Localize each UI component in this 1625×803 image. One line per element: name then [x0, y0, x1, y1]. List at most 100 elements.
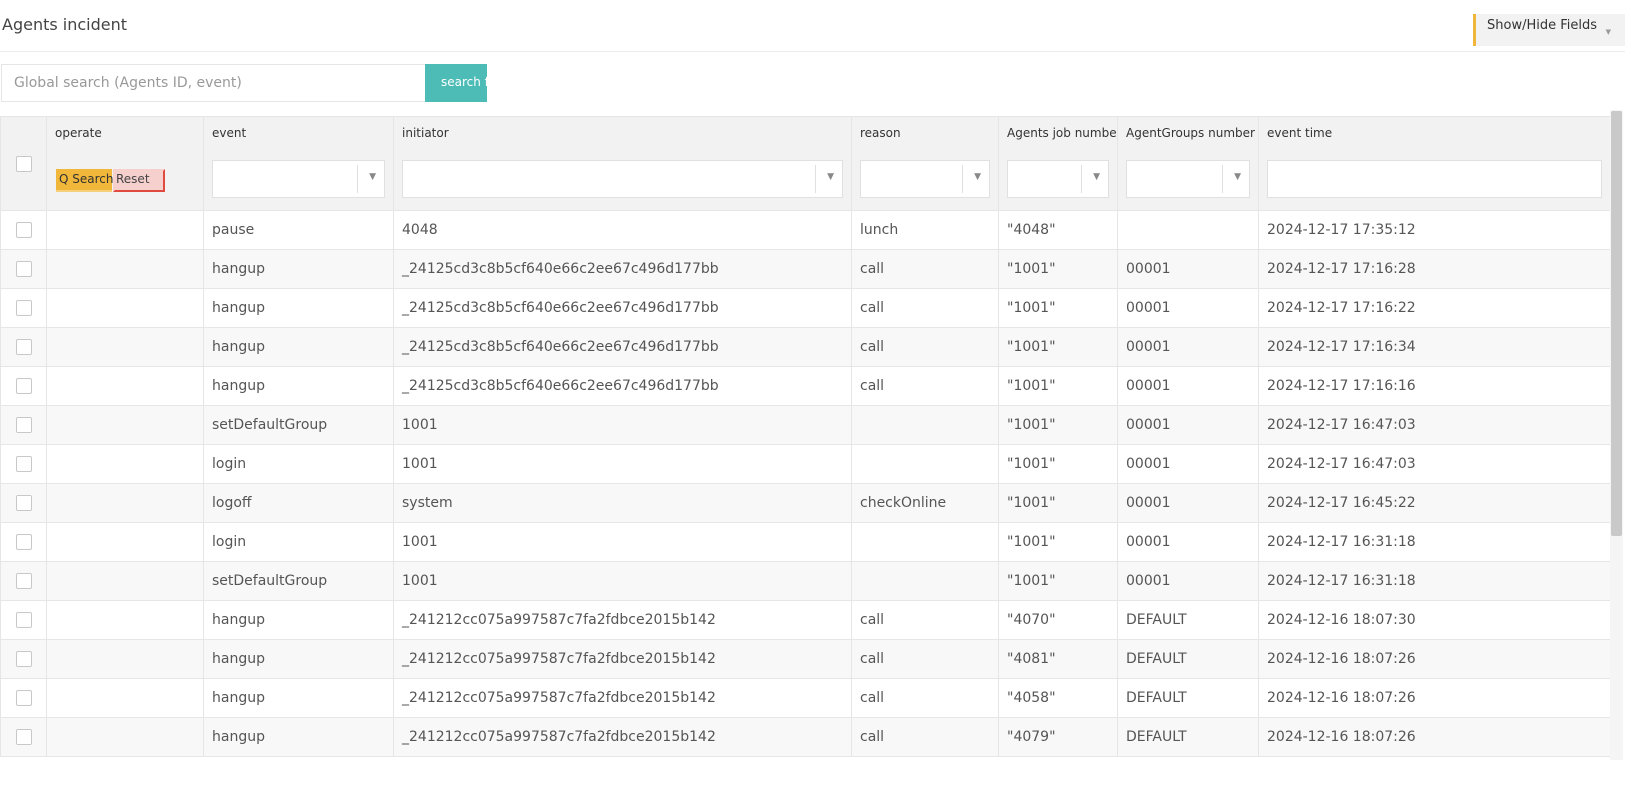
agent-job-filter-select[interactable]: ▼: [1007, 160, 1109, 199]
operate-cell: [46, 288, 204, 328]
column-header-agent-job[interactable]: Agents job number: [998, 116, 1118, 149]
event-time-cell: 2024-12-16 18:07:26: [1258, 678, 1610, 718]
row-select-cell: [0, 678, 47, 718]
agent-group-cell: 00001: [1117, 327, 1259, 367]
operate-cell: [46, 600, 204, 640]
show-hide-fields-button[interactable]: Show/Hide Fields ▼: [1473, 14, 1625, 46]
agent-group-cell: 00001: [1117, 366, 1259, 406]
global-search-button[interactable]: search fo: [425, 64, 487, 102]
operate-cell: [46, 405, 204, 445]
reason-filter-select[interactable]: ▼: [860, 160, 990, 199]
table-row[interactable]: logoff system checkOnline "1001" 00001 2024-1…: [0, 483, 1610, 523]
row-checkbox[interactable]: [15, 261, 32, 277]
table-row[interactable]: login 1001 "1001" 00001 2024-12-17 16:31:18: [0, 522, 1610, 562]
initiator-cell: _24125cd3c8b5cf640e66c2ee67c496d177bb: [393, 249, 852, 289]
row-checkbox[interactable]: [15, 612, 32, 628]
reason-cell: [851, 405, 999, 445]
row-checkbox[interactable]: [15, 573, 32, 589]
vertical-scrollbar[interactable]: [1610, 110, 1623, 760]
agent-job-cell: "1001": [998, 444, 1118, 484]
row-checkbox[interactable]: [15, 456, 32, 472]
agent-group-cell: 00001: [1117, 405, 1259, 445]
operate-cell: [46, 717, 204, 757]
column-header-operate: operate: [46, 116, 204, 149]
operate-cell: [46, 366, 204, 406]
agent-job-cell: "4058": [998, 678, 1118, 718]
scrollbar-thumb[interactable]: [1611, 111, 1622, 536]
event-time-cell: 2024-12-17 17:16:34: [1258, 327, 1610, 367]
row-checkbox[interactable]: [15, 651, 32, 667]
event-time-cell: 2024-12-17 16:45:22: [1258, 483, 1610, 523]
dropdown-arrow-icon: ▼: [1093, 172, 1100, 183]
row-checkbox[interactable]: [15, 300, 32, 316]
table-row[interactable]: hangup _241212cc075a997587c7fa2fdbce2015b…: [0, 717, 1610, 757]
agent-group-cell: DEFAULT: [1117, 678, 1259, 718]
row-select-cell: [0, 522, 47, 562]
initiator-cell: system: [393, 483, 852, 523]
row-select-cell: [0, 561, 47, 601]
table-row[interactable]: hangup _24125cd3c8b5cf640e66c2ee67c496d17…: [0, 327, 1610, 367]
agent-group-cell: DEFAULT: [1117, 600, 1259, 640]
agent-job-filter-cell: ▼: [998, 148, 1118, 211]
column-header-event-time[interactable]: event time: [1258, 116, 1610, 149]
agents-incident-table: operate event initiator reason Agents jo…: [0, 116, 1610, 757]
initiator-cell: 1001: [393, 444, 852, 484]
agent-group-cell: 00001: [1117, 483, 1259, 523]
column-header-initiator[interactable]: initiator: [393, 116, 852, 149]
table-row[interactable]: setDefaultGroup 1001 "1001" 00001 2024-12-17…: [0, 405, 1610, 445]
event-cell: setDefaultGroup: [203, 561, 394, 601]
operate-cell: [46, 327, 204, 367]
row-checkbox[interactable]: [15, 534, 32, 550]
row-checkbox[interactable]: [15, 339, 32, 355]
row-checkbox[interactable]: [15, 417, 32, 433]
agent-group-cell: 00001: [1117, 444, 1259, 484]
select-all-checkbox[interactable]: [15, 155, 32, 172]
reason-cell: [851, 561, 999, 601]
column-header-reason[interactable]: reason: [851, 116, 999, 149]
quick-search-button[interactable]: Q Search: [56, 169, 114, 193]
filter-actions: Q Search Reset: [55, 167, 195, 193]
operate-cell: [46, 678, 204, 718]
agent-job-cell: "1001": [998, 522, 1118, 562]
agent-job-cell: "4048": [998, 210, 1118, 250]
reason-cell: [851, 444, 999, 484]
table-row[interactable]: hangup _24125cd3c8b5cf640e66c2ee67c496d17…: [0, 366, 1610, 406]
global-search-input[interactable]: [1, 64, 425, 102]
row-select-cell: [0, 210, 47, 250]
table-row[interactable]: pause 4048 lunch "4048" 2024-12-17 17:35:12: [0, 210, 1610, 250]
reason-cell: call: [851, 249, 999, 289]
initiator-cell: _241212cc075a997587c7fa2fdbce2015b142: [393, 678, 852, 718]
agent-group-cell: 00001: [1117, 288, 1259, 328]
event-filter-select[interactable]: ▼: [212, 160, 385, 199]
event-cell: hangup: [203, 288, 394, 328]
table-row[interactable]: setDefaultGroup 1001 "1001" 00001 2024-12-17…: [0, 561, 1610, 601]
reset-button[interactable]: Reset: [113, 169, 165, 193]
row-checkbox[interactable]: [15, 495, 32, 511]
table-row[interactable]: hangup _24125cd3c8b5cf640e66c2ee67c496d17…: [0, 288, 1610, 328]
row-checkbox[interactable]: [15, 378, 32, 394]
column-header-agent-group[interactable]: AgentGroups number: [1117, 116, 1259, 149]
row-checkbox[interactable]: [15, 690, 32, 706]
agent-group-filter-select[interactable]: ▼: [1126, 160, 1250, 199]
table-row[interactable]: hangup _241212cc075a997587c7fa2fdbce2015b…: [0, 639, 1610, 679]
table-row[interactable]: hangup _241212cc075a997587c7fa2fdbce2015b…: [0, 678, 1610, 718]
reason-cell: lunch: [851, 210, 999, 250]
table-row[interactable]: hangup _24125cd3c8b5cf640e66c2ee67c496d17…: [0, 249, 1610, 289]
initiator-filter-select[interactable]: ▼: [402, 160, 843, 199]
agent-group-cell: 00001: [1117, 249, 1259, 289]
row-select-cell: [0, 717, 47, 757]
reason-cell: call: [851, 366, 999, 406]
reason-cell: checkOnline: [851, 483, 999, 523]
table-row[interactable]: hangup _241212cc075a997587c7fa2fdbce2015b…: [0, 600, 1610, 640]
row-select-cell: [0, 639, 47, 679]
dropdown-arrow-icon: ▼: [1234, 172, 1241, 183]
event-time-filter-input[interactable]: [1267, 160, 1602, 199]
table-row[interactable]: login 1001 "1001" 00001 2024-12-17 16:47:03: [0, 444, 1610, 484]
row-checkbox[interactable]: [15, 222, 32, 238]
operate-cell: [46, 210, 204, 250]
row-checkbox[interactable]: [15, 729, 32, 745]
initiator-cell: _24125cd3c8b5cf640e66c2ee67c496d177bb: [393, 327, 852, 367]
event-time-cell: 2024-12-17 16:47:03: [1258, 405, 1610, 445]
event-cell: pause: [203, 210, 394, 250]
column-header-event[interactable]: event: [203, 116, 394, 149]
